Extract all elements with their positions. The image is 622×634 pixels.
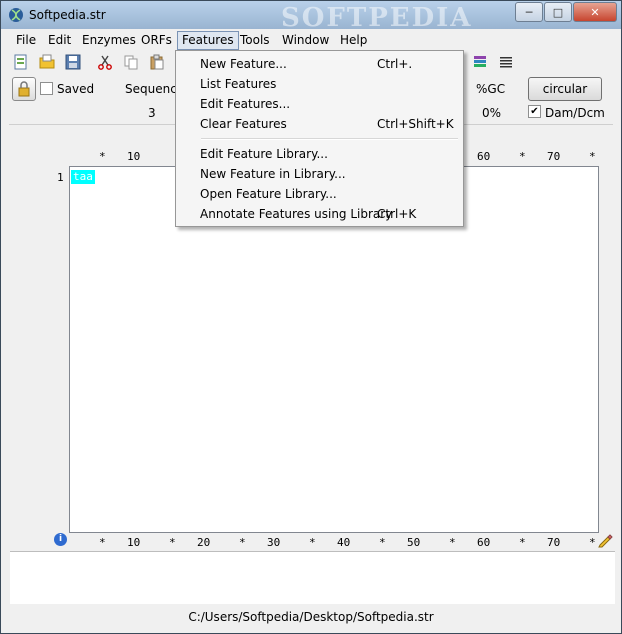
- gc-value: 0%: [482, 106, 502, 120]
- menu-item-label: New Feature...: [200, 57, 287, 71]
- cut-icon[interactable]: [97, 54, 113, 70]
- menu-item-label: List Features: [200, 77, 277, 91]
- ruler-mark: 40: [337, 536, 351, 549]
- ruler-mark: *: [519, 150, 526, 163]
- gc-label: %GC: [476, 82, 506, 96]
- minimize-button[interactable]: ─: [515, 2, 543, 22]
- menu-edit[interactable]: Edit: [44, 32, 75, 49]
- ruler-mark: *: [99, 150, 106, 163]
- app-window: Softpedia.str SOFTPEDIA ─ □ ✕ File Edit …: [0, 0, 622, 634]
- ruler-mark: 30: [267, 536, 281, 549]
- status-bar: C:/Users/Softpedia/Desktop/Softpedia.str: [1, 607, 621, 629]
- ruler-mark: 10: [127, 536, 141, 549]
- dam-dcm-checkbox[interactable]: ✔: [528, 105, 541, 118]
- window-title: Softpedia.str: [29, 8, 106, 22]
- menu-item-label: New Feature in Library...: [200, 167, 346, 181]
- row-number: 1: [57, 171, 64, 184]
- ruler-mark: 20: [197, 536, 211, 549]
- menu-orfs[interactable]: ORFs: [137, 32, 176, 49]
- bottom-ruler: * 10 * 20 * 30 * 40 * 50 * 60 * 70 *: [1, 536, 621, 552]
- watermark-text: SOFTPEDIA: [281, 3, 473, 33]
- ruler-mark: 60: [477, 150, 491, 163]
- ruler-mark: 50: [407, 536, 421, 549]
- ruler-mark: *: [589, 150, 596, 163]
- ruler-mark: *: [379, 536, 386, 549]
- ruler-mark: 70: [547, 150, 561, 163]
- ruler-mark: *: [309, 536, 316, 549]
- menu-features[interactable]: Features: [177, 31, 239, 50]
- menu-bar: File Edit Enzymes ORFs Features Tools Wi…: [1, 30, 621, 50]
- output-pane[interactable]: [10, 551, 615, 604]
- ruler-mark: 70: [547, 536, 561, 549]
- menu-new-feature-in-library[interactable]: New Feature in Library...: [177, 164, 462, 184]
- menu-edit-features[interactable]: Edit Features...: [177, 94, 462, 114]
- menu-item-label: Open Feature Library...: [200, 187, 337, 201]
- menu-list-features[interactable]: List Features: [177, 74, 462, 94]
- menu-item-shortcut: Ctrl+K: [377, 207, 417, 221]
- menu-tools[interactable]: Tools: [236, 32, 274, 49]
- ruler-mark: *: [449, 536, 456, 549]
- menu-clear-features[interactable]: Clear Features Ctrl+Shift+K: [177, 114, 462, 134]
- ruler-mark: 60: [477, 536, 491, 549]
- features-toolbar-icon[interactable]: [472, 54, 488, 70]
- ruler-mark: 10: [127, 150, 141, 163]
- menu-window[interactable]: Window: [278, 32, 333, 49]
- circular-button[interactable]: circular: [528, 77, 602, 101]
- sequence-length: 3: [148, 106, 156, 120]
- close-button[interactable]: ✕: [573, 2, 617, 22]
- file-path: C:/Users/Softpedia/Desktop/Softpedia.str: [188, 610, 434, 624]
- menu-open-feature-library[interactable]: Open Feature Library...: [177, 184, 462, 204]
- open-folder-icon[interactable]: [39, 54, 55, 70]
- menu-enzymes[interactable]: Enzymes: [78, 32, 140, 49]
- pencil-icon[interactable]: [597, 532, 613, 548]
- menu-item-label: Annotate Features using Library: [200, 207, 393, 221]
- sequence-text[interactable]: taa: [71, 170, 95, 184]
- menu-item-shortcut: Ctrl+.: [377, 57, 413, 71]
- ruler-mark: *: [589, 536, 596, 549]
- list-icon[interactable]: [498, 54, 514, 70]
- ruler-mark: *: [519, 536, 526, 549]
- copy-icon[interactable]: [123, 54, 139, 70]
- save-icon[interactable]: [65, 54, 81, 70]
- menu-item-label: Clear Features: [200, 117, 287, 131]
- saved-checkbox[interactable]: [40, 82, 53, 95]
- menu-item-shortcut: Ctrl+Shift+K: [377, 117, 454, 131]
- maximize-button[interactable]: □: [544, 2, 572, 22]
- lock-button[interactable]: [12, 77, 36, 101]
- menu-help[interactable]: Help: [336, 32, 371, 49]
- lock-icon: [18, 81, 30, 97]
- ruler-mark: *: [169, 536, 176, 549]
- menu-item-label: Edit Feature Library...: [200, 147, 328, 161]
- title-bar: Softpedia.str SOFTPEDIA ─ □ ✕: [1, 1, 621, 33]
- menu-new-feature[interactable]: New Feature... Ctrl+.: [177, 54, 462, 74]
- menu-file[interactable]: File: [12, 32, 40, 49]
- ruler-mark: *: [239, 536, 246, 549]
- paste-icon[interactable]: [149, 54, 165, 70]
- features-dropdown: New Feature... Ctrl+. List Features Edit…: [175, 50, 464, 227]
- ruler-mark: *: [99, 536, 106, 549]
- dam-dcm-label: Dam/Dcm: [545, 106, 605, 120]
- menu-item-label: Edit Features...: [200, 97, 291, 111]
- menu-separator: [201, 138, 458, 140]
- new-file-icon[interactable]: [13, 54, 29, 70]
- saved-label: Saved: [57, 82, 95, 96]
- menu-annotate-features[interactable]: Annotate Features using Library Ctrl+K: [177, 204, 462, 224]
- menu-edit-feature-library[interactable]: Edit Feature Library...: [177, 144, 462, 164]
- dna-app-icon: [9, 8, 23, 22]
